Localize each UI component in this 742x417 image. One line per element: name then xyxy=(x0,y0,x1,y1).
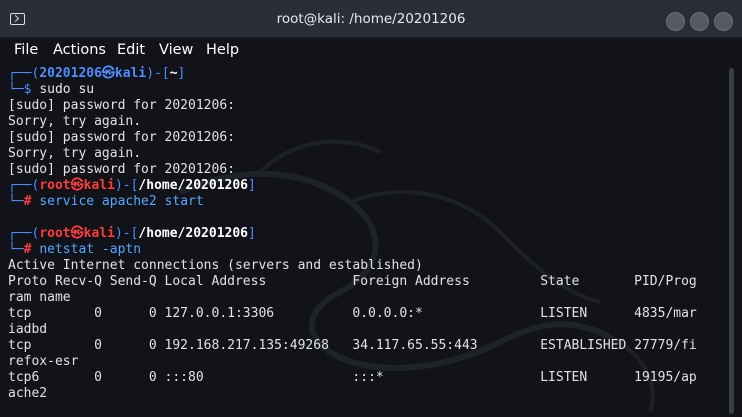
output-line: [sudo] password for 20201206: xyxy=(8,162,235,177)
scrollbar-thumb[interactable] xyxy=(729,68,734,414)
prompt-line-root: ┌──(root㉿kali)-[/home/20201206] xyxy=(8,178,256,193)
netstat-row: tcp 0 0 192.168.217.135:49268 34.117.65.… xyxy=(8,338,697,353)
command-line-sudo: └─$ sudo su xyxy=(8,82,95,97)
netstat-row-wrap: refox-esr xyxy=(8,354,79,369)
output-line: [sudo] password for 20201206: xyxy=(8,130,235,145)
command-line-netstat: └─# netstat -aptn xyxy=(8,242,142,257)
prompt-line-user: ┌──(20201206㉿kali)-[~] xyxy=(8,66,186,81)
menu-view[interactable]: View xyxy=(159,40,193,60)
terminal-lines: ┌──(20201206㉿kali)-[~] └─$ sudo su [sudo… xyxy=(8,66,697,402)
menu-bar: File Actions Edit View Help xyxy=(0,38,742,62)
netstat-row-wrap: iadbd xyxy=(8,322,48,337)
prompt-line-root: ┌──(root㉿kali)-[/home/20201206] xyxy=(8,226,256,241)
netstat-header: Proto Recv-Q Send-Q Local Address Foreig… xyxy=(8,274,697,289)
netstat-row: tcp6 0 0 :::80 :::* LISTEN 19195/ap xyxy=(8,370,697,385)
minimize-button[interactable] xyxy=(666,12,685,31)
terminal-window: root@kali: /home/20201206 File Actions E… xyxy=(0,0,742,417)
output-line: Sorry, try again. xyxy=(8,146,142,161)
output-line: [sudo] password for 20201206: xyxy=(8,98,235,113)
menu-help[interactable]: Help xyxy=(206,40,239,60)
menu-edit[interactable]: Edit xyxy=(117,40,145,60)
netstat-row-wrap: ache2 xyxy=(8,386,48,401)
vertical-scrollbar[interactable] xyxy=(722,62,742,417)
netstat-row: tcp 0 0 127.0.0.1:3306 0.0.0.0:* LISTEN … xyxy=(8,306,697,321)
close-button[interactable] xyxy=(714,12,733,31)
maximize-button[interactable] xyxy=(690,12,709,31)
menu-file[interactable]: File xyxy=(14,40,38,60)
title-bar[interactable]: root@kali: /home/20201206 xyxy=(0,0,742,38)
output-line: Sorry, try again. xyxy=(8,114,142,129)
menu-actions[interactable]: Actions xyxy=(53,40,106,60)
netstat-header-wrap: ram name xyxy=(8,290,71,305)
window-title: root@kali: /home/20201206 xyxy=(276,11,466,27)
terminal-output[interactable]: ┌──(20201206㉿kali)-[~] └─$ sudo su [sudo… xyxy=(0,62,722,417)
command-line-service: └─# service apache2 start xyxy=(8,194,204,209)
output-line: Active Internet connections (servers and… xyxy=(8,258,423,273)
